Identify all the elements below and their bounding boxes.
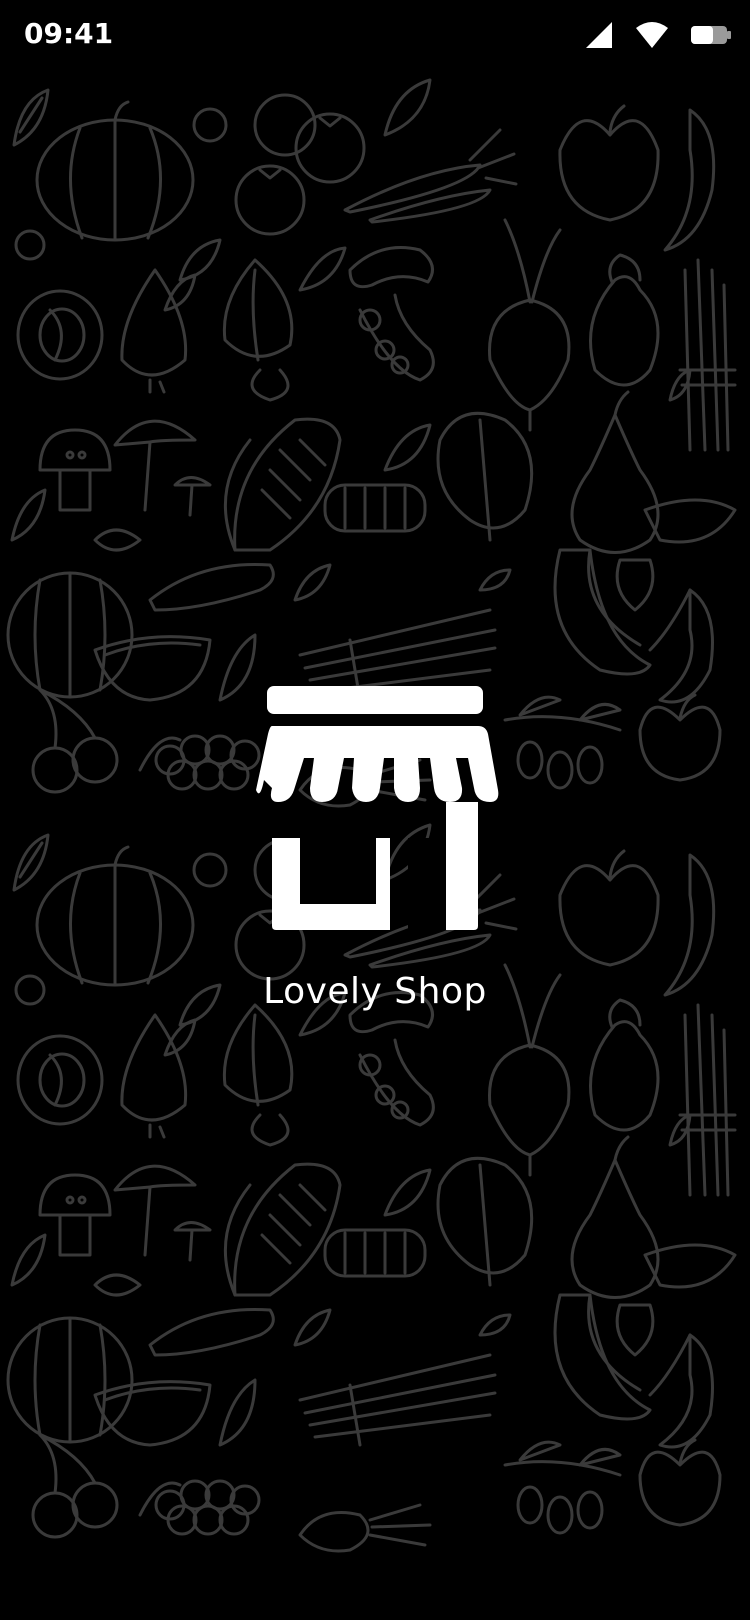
battery-icon	[690, 23, 732, 47]
status-time: 09:41	[24, 17, 114, 50]
storefront-icon	[250, 680, 500, 936]
cellular-signal-icon	[582, 20, 614, 50]
status-bar: 09:41	[0, 0, 750, 70]
app-name: Lovely Shop	[263, 971, 487, 1012]
wifi-icon	[634, 20, 670, 50]
status-icons	[582, 18, 732, 52]
splash-screen: 09:41 Lovely Shop	[0, 0, 750, 1620]
splash-content: Lovely Shop	[0, 680, 750, 1014]
